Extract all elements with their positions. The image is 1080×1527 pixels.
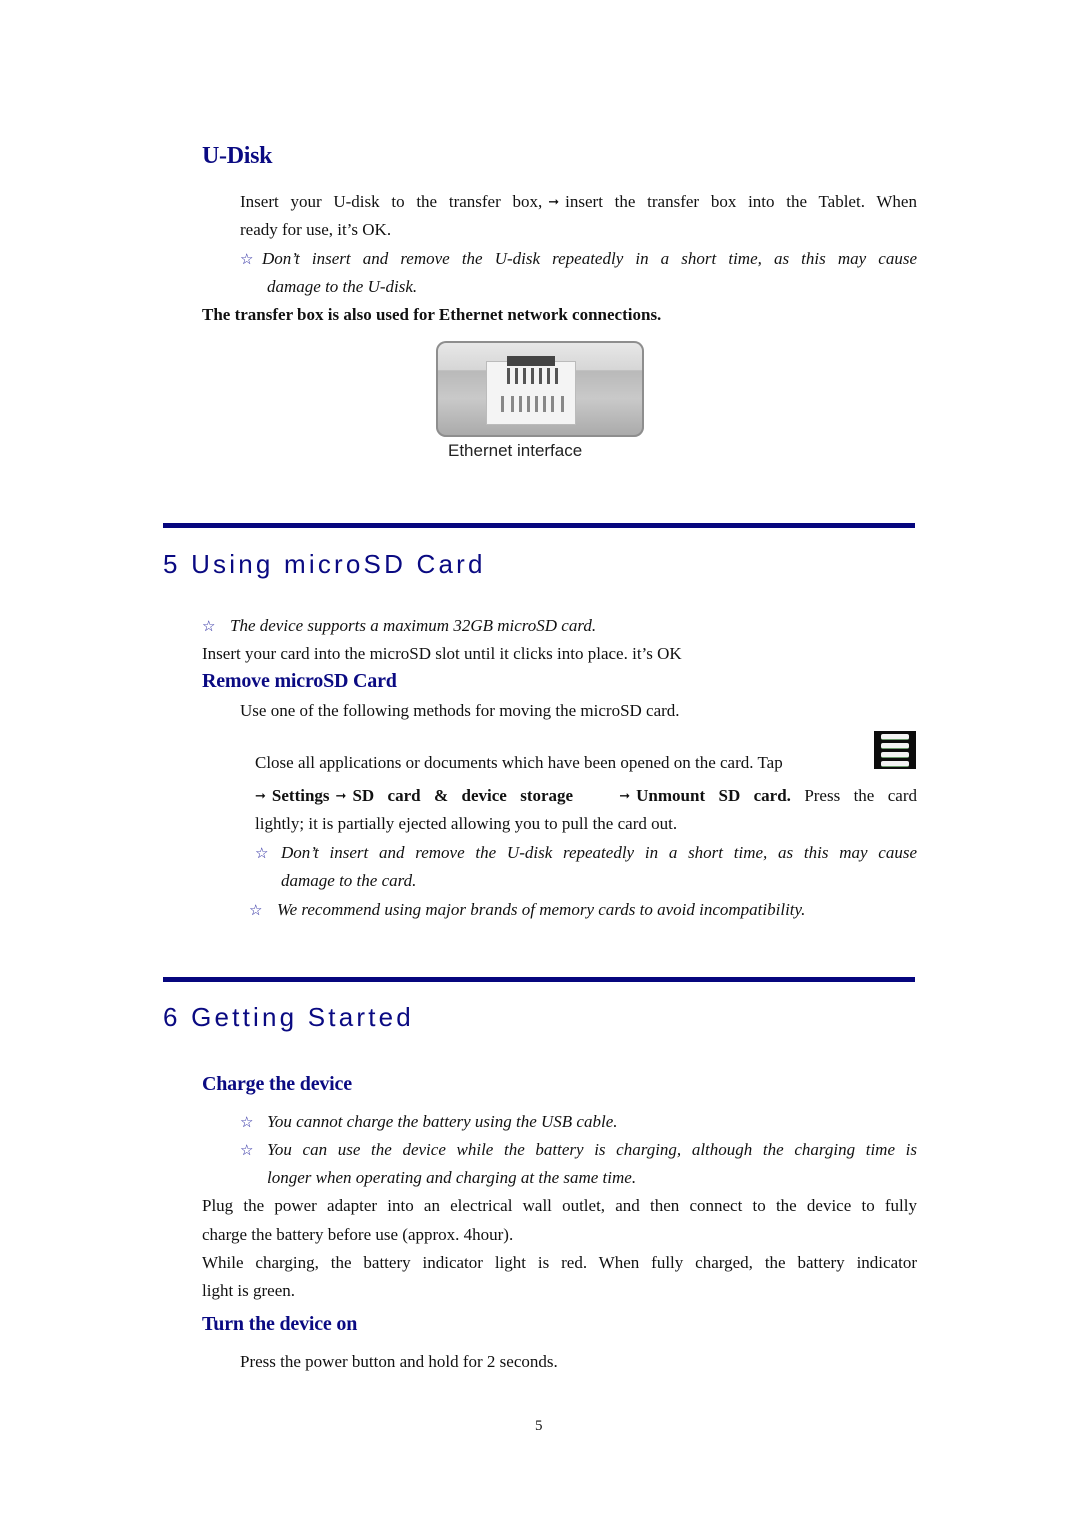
turn-on-heading: Turn the device on [202,1313,358,1335]
microsd-capacity-note: ☆ The device supports a maximum 32GB micr… [202,612,596,640]
arrow-icon: ➞ [335,789,347,804]
star-icon: ☆ [249,901,263,919]
remove-step-path: ➞ Settings ➞ SD card & device storage ➞ Unmo… [255,782,917,811]
arrow-icon: ➞ [548,195,560,210]
remove-note1: ☆ Don’t insert and remove the U-disk repe… [255,839,917,867]
ethernet-port-icon [486,356,576,425]
charge-heading: Charge the device [202,1073,352,1095]
remove-step-line3: lightly; it is partially ejected allowin… [255,814,678,833]
turn-on-text: Press the power button and hold for 2 se… [240,1352,558,1371]
remove-note1-line1: Don’t insert and remove the U-disk repea… [281,843,917,862]
remove-intro: Use one of the following methods for mov… [240,701,680,720]
arrow-icon: ➞ [255,789,266,804]
path-sd-storage: SD card & device storage [352,786,574,805]
charge-para2-line1: While charging, the battery indicator li… [202,1253,917,1272]
insert-card-text: Insert your card into the microSD slot u… [202,644,682,663]
remove-step-line2-tail: Press the card [804,786,917,805]
remove-note1-line2: damage to the card. [281,871,417,890]
star-icon: ☆ [255,844,269,862]
udisk-para-line1-b: insert the transfer box into the Tablet.… [565,192,917,211]
charge-note1: ☆ You cannot charge the battery using the… [240,1108,618,1136]
ethernet-caption: Ethernet interface [448,441,583,460]
charge-note1-text: You cannot charge the battery using the … [267,1112,618,1131]
star-icon: ☆ [240,250,254,268]
udisk-para-line1-a: Insert your U-disk to the transfer box, [240,192,543,211]
star-icon: ☆ [240,1141,254,1159]
page-number: 5 [535,1418,543,1434]
charge-note2-line1: You can use the device while the battery… [267,1140,917,1159]
section6-title: 6 Getting Started [163,1002,414,1032]
path-settings: Settings [271,786,330,805]
udisk-note: ☆ Don’t insert and remove the U-disk repe… [240,245,917,273]
remove-note2: ☆ We recommend using major brands of memo… [249,896,805,924]
section5-title: 5 Using microSD Card [163,549,486,579]
ethernet-port-image [436,341,644,437]
microsd-capacity-text: The device supports a maximum 32GB micro… [230,616,597,635]
charge-note2-line2: longer when operating and charging at th… [267,1168,637,1187]
udisk-para-line1: Insert your U-disk to the transfer box, ➞… [240,188,917,217]
charge-para1-line1: Plug the power adapter into an electrica… [202,1196,917,1215]
udisk-note-line1: Don’t insert and remove the U-disk repea… [262,249,917,268]
udisk-note-line2: damage to the U-disk. [267,277,418,296]
section-divider [163,523,915,528]
ethernet-bold-note: The transfer box is also used for Ethern… [202,305,662,324]
charge-note2: ☆ You can use the device while the batter… [240,1136,917,1164]
remove-note2-text: We recommend using major brands of memor… [277,900,806,919]
arrow-icon: ➞ [619,789,631,804]
remove-microsd-heading: Remove microSD Card [202,670,397,692]
star-icon: ☆ [202,617,216,635]
section-divider [163,977,915,982]
charge-para1-line2: charge the battery before use (approx. 4… [202,1225,514,1244]
menu-icon [874,731,916,769]
remove-step-line1: Close all applications or documents whic… [255,753,783,772]
udisk-heading: U-Disk [202,143,273,169]
path-unmount: Unmount SD card. [636,786,791,805]
udisk-para-line2: ready for use, it’s OK. [240,220,392,239]
charge-para2-line2: light is green. [202,1281,296,1300]
star-icon: ☆ [240,1113,254,1131]
